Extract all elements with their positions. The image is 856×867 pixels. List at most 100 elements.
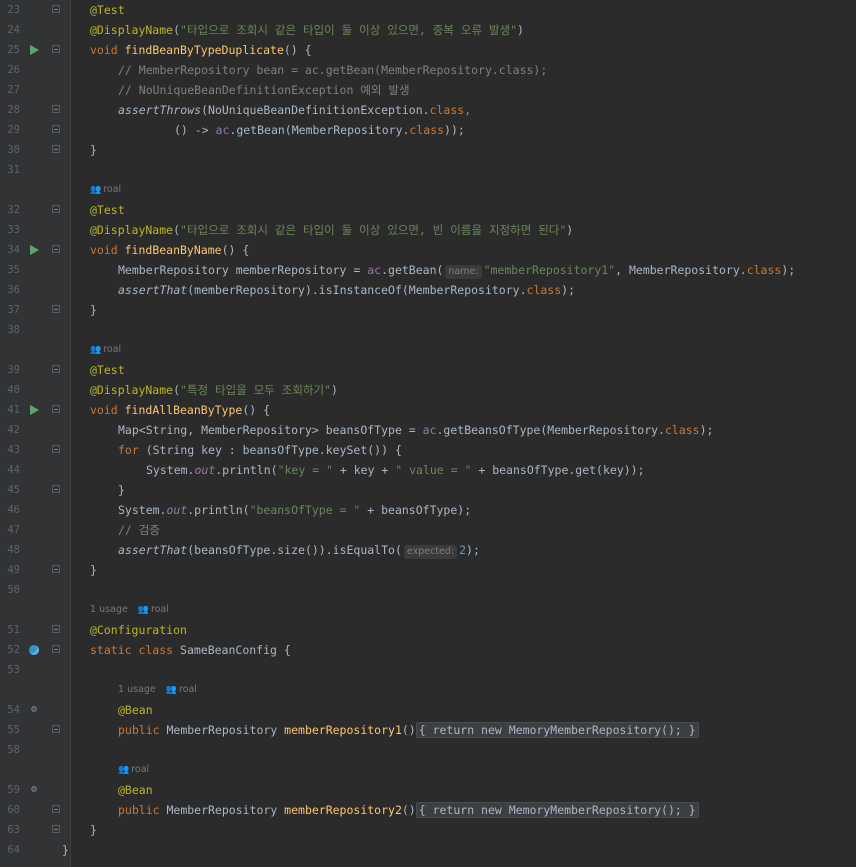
code-line[interactable]: 31	[0, 160, 856, 180]
code-line[interactable]: 49}	[0, 560, 856, 580]
code-token: void	[90, 243, 125, 257]
fold-marker-icon[interactable]	[52, 565, 60, 573]
line-number: 59	[7, 784, 20, 796]
code-line[interactable]: 50	[0, 580, 856, 600]
code-line[interactable]: 43 for (String key : beansOfType.keySet()…	[0, 440, 856, 460]
code-line[interactable]: 48 assertThat(beansOfType.size()).isEqual…	[0, 540, 856, 560]
codelens-hint[interactable]: 👥 roal	[0, 760, 856, 780]
code-line[interactable]: 47 // 검증	[0, 520, 856, 540]
line-number: 25	[7, 44, 20, 56]
spring-bean-icon[interactable]: ⚙	[28, 700, 40, 720]
code-line[interactable]: 35 MemberRepository memberRepository = ac…	[0, 260, 856, 280]
code-line[interactable]: 23 @Test	[0, 0, 856, 20]
code-line[interactable]: 54 ⚙ @Bean	[0, 700, 856, 720]
code-line[interactable]: 26 // MemberRepository bean = ac.getBean(…	[0, 60, 856, 80]
line-number: 28	[7, 104, 20, 116]
code-line[interactable]: 38	[0, 320, 856, 340]
usage-count[interactable]: 1 usage	[90, 604, 128, 615]
code-line[interactable]: 59 ⚙ @Bean	[0, 780, 856, 800]
codelens-hint[interactable]: 1 usage 👥 roal	[0, 600, 856, 620]
code-token: static class	[90, 643, 181, 657]
spring-config-icon[interactable]	[28, 640, 40, 660]
codelens-hint[interactable]: 👥 roal	[0, 340, 856, 360]
code-token: memberRepository2	[284, 803, 402, 817]
code-token: // MemberRepository bean = ac.getBean(Me…	[118, 63, 548, 77]
code-line[interactable]: 53	[0, 660, 856, 680]
code-token: + beansOfType.get(key));	[471, 463, 645, 477]
fold-marker-icon[interactable]	[52, 445, 60, 453]
code-token: );	[699, 423, 714, 437]
code-token: findBeanByName	[124, 243, 222, 257]
fold-marker-icon[interactable]	[52, 145, 60, 153]
code-line[interactable]: 27 // NoUniqueBeanDefinitionException 예외 …	[0, 80, 856, 100]
code-line[interactable]: 64}	[0, 840, 856, 860]
code-line[interactable]: 25 void findBeanByTypeDuplicate() {	[0, 40, 856, 60]
fold-marker-icon[interactable]	[52, 5, 60, 13]
code-token: "특정 타입을 모두 조회하기"	[180, 383, 332, 397]
run-test-icon[interactable]	[28, 240, 40, 260]
line-number: 34	[7, 244, 20, 256]
fold-marker-icon[interactable]	[52, 645, 60, 653]
code-line[interactable]: 34 void findBeanByName() {	[0, 240, 856, 260]
fold-marker-icon[interactable]	[52, 825, 60, 833]
fold-marker-icon[interactable]	[52, 45, 60, 53]
code-line[interactable]: 28 assertThrows(NoUniqueBeanDefinitionExc…	[0, 100, 856, 120]
code-line[interactable]: 51 @Configuration	[0, 620, 856, 640]
code-line[interactable]: 29 () -> ac.getBean(MemberRepository.clas…	[0, 120, 856, 140]
code-line[interactable]: 36 assertThat(memberRepository).isInstanc…	[0, 280, 856, 300]
fold-marker-icon[interactable]	[52, 405, 60, 413]
fold-marker-icon[interactable]	[52, 105, 60, 113]
code-line[interactable]: 60 public MemberRepository memberReposito…	[0, 800, 856, 820]
code-line[interactable]: 58	[0, 740, 856, 760]
author-name[interactable]: roal	[131, 764, 149, 775]
code-line[interactable]: 41 void findAllBeanByType() {	[0, 400, 856, 420]
code-token: );	[466, 543, 480, 557]
codelens-hint[interactable]: 👥 roal	[0, 180, 856, 200]
code-text: assertThrows(NoUniqueBeanDefinitionExcep…	[118, 100, 471, 120]
code-text: @Test	[90, 360, 125, 380]
code-line[interactable]: 39 @Test	[0, 360, 856, 380]
code-line[interactable]: 30}	[0, 140, 856, 160]
folded-code-region[interactable]: { return new MemoryMemberRepository(); }	[415, 802, 699, 818]
code-token: .println(	[187, 503, 250, 517]
code-line[interactable]: 52 static class SameBeanConfig {	[0, 640, 856, 660]
author-name[interactable]: roal	[179, 684, 197, 695]
spring-bean-icon[interactable]: ⚙	[28, 780, 40, 800]
fold-marker-icon[interactable]	[52, 625, 60, 633]
line-number: 45	[7, 484, 20, 496]
run-test-icon[interactable]	[28, 400, 40, 420]
author-name[interactable]: roal	[151, 604, 169, 615]
fold-marker-icon[interactable]	[52, 725, 60, 733]
fold-marker-icon[interactable]	[52, 805, 60, 813]
code-line[interactable]: 40 @DisplayName("특정 타입을 모두 조회하기")	[0, 380, 856, 400]
code-line[interactable]: 42 Map<String, MemberRepository> beansOfT…	[0, 420, 856, 440]
folded-code-region[interactable]: { return new MemoryMemberRepository(); }	[415, 722, 699, 738]
fold-marker-icon[interactable]	[52, 365, 60, 373]
code-token: (	[173, 383, 181, 397]
line-number: 36	[7, 284, 20, 296]
fold-marker-icon[interactable]	[52, 485, 60, 493]
code-line[interactable]: 44 System.out.println("key = " + key + " …	[0, 460, 856, 480]
fold-marker-icon[interactable]	[52, 205, 60, 213]
code-line[interactable]: 24 @DisplayName("타입으로 조회시 같은 타입이 둘 이상 있으면…	[0, 20, 856, 40]
author-name[interactable]: roal	[103, 184, 121, 195]
code-line[interactable]: 55 public MemberRepository memberReposito…	[0, 720, 856, 740]
author-name[interactable]: roal	[103, 344, 121, 355]
fold-marker-icon[interactable]	[52, 305, 60, 313]
run-test-icon[interactable]	[28, 40, 40, 60]
code-line[interactable]: 33 @DisplayName("타입으로 조회시 같은 타입이 둘 이상 있으면…	[0, 220, 856, 240]
code-line[interactable]: 63}	[0, 820, 856, 840]
code-token: }	[62, 843, 69, 857]
line-number: 40	[7, 384, 20, 396]
usage-count[interactable]: 1 usage	[118, 684, 156, 695]
code-line[interactable]: 37}	[0, 300, 856, 320]
codelens-hint[interactable]: 1 usage 👥 roal	[0, 680, 856, 700]
code-token: )	[517, 23, 524, 37]
code-line[interactable]: 46 System.out.println("beansOfType = " + …	[0, 500, 856, 520]
code-token: public	[118, 723, 167, 737]
fold-marker-icon[interactable]	[52, 245, 60, 253]
code-line[interactable]: 32 @Test	[0, 200, 856, 220]
code-line[interactable]: 45}	[0, 480, 856, 500]
line-number: 55	[7, 724, 20, 736]
fold-marker-icon[interactable]	[52, 125, 60, 133]
